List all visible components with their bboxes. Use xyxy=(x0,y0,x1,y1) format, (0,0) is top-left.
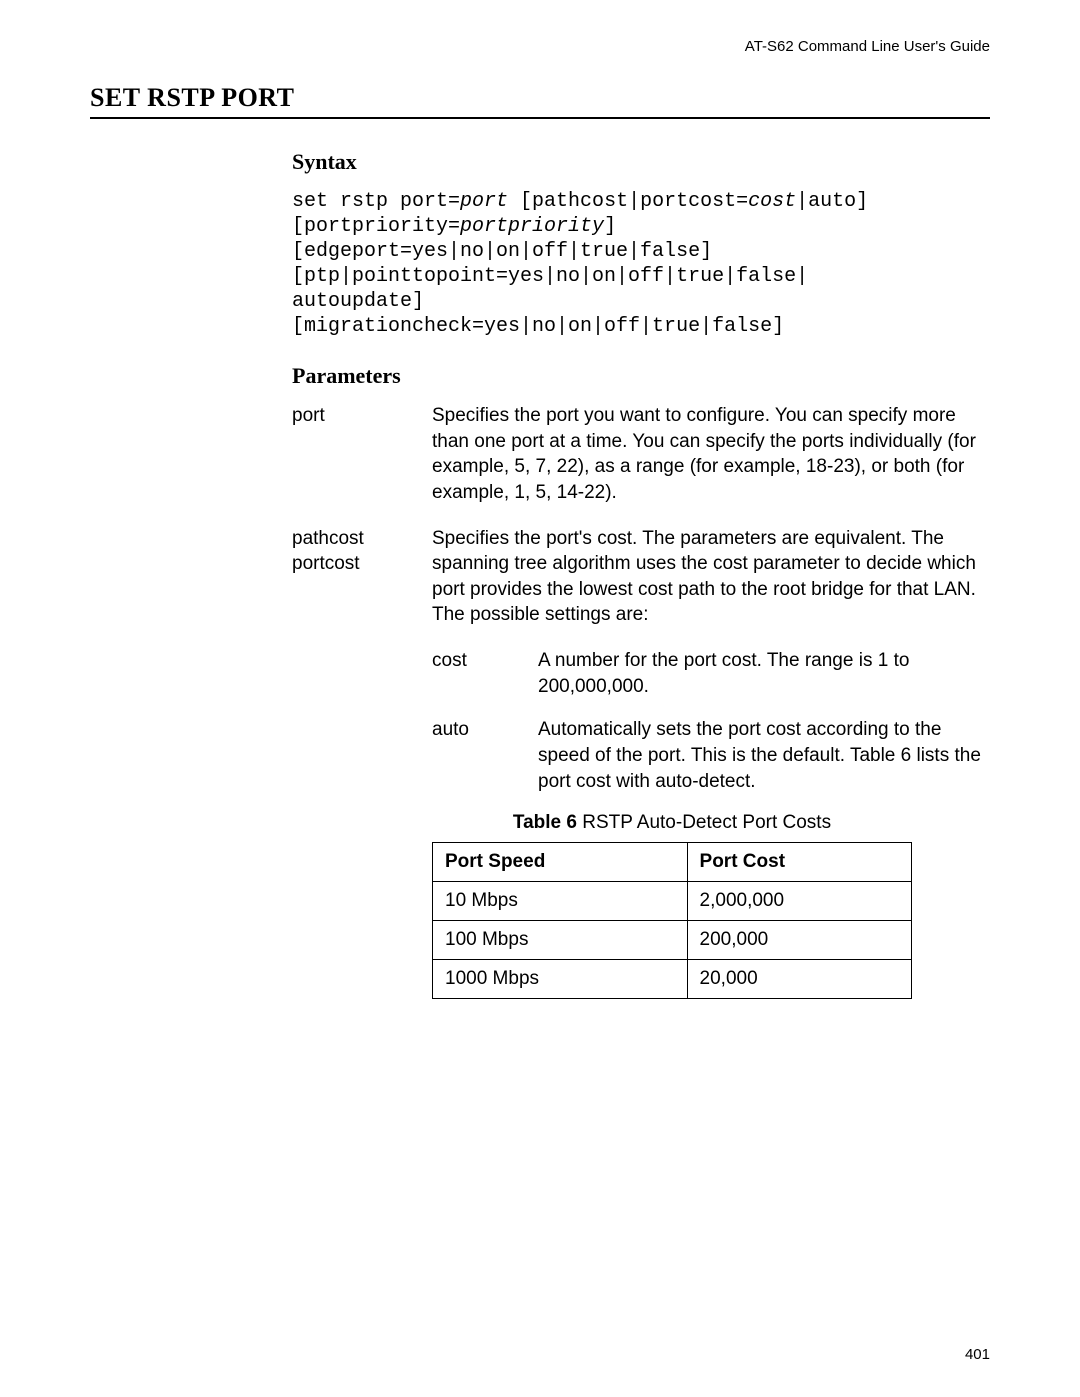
section-title: SET RSTP PORT xyxy=(90,83,990,119)
syntax-token: |auto] xyxy=(796,190,868,213)
syntax-token: port xyxy=(460,190,508,213)
cell-speed: 100 Mbps xyxy=(433,921,688,960)
syntax-token: ] xyxy=(604,215,616,238)
param-term-pathcost: pathcostportcost xyxy=(292,526,432,629)
syntax-token: set rstp port= xyxy=(292,190,460,213)
content-column: Syntax set rstp port=port [pathcost|port… xyxy=(292,149,990,999)
table-row: 100 Mbps 200,000 xyxy=(433,921,912,960)
sub-term-cost: cost xyxy=(432,648,538,699)
table-row: 10 Mbps 2,000,000 xyxy=(433,882,912,921)
table-caption: Table 6 RSTP Auto-Detect Port Costs xyxy=(432,812,912,834)
syntax-token: [ptp|pointtopoint=yes|no|on|off|true|fal… xyxy=(292,265,808,288)
syntax-heading: Syntax xyxy=(292,149,990,175)
sub-param-row: auto Automatically sets the port cost ac… xyxy=(432,717,990,794)
col-port-speed: Port Speed xyxy=(433,843,688,882)
param-desc-pathcost: Specifies the port's cost. The parameter… xyxy=(432,526,990,629)
table-row: 1000 Mbps 20,000 xyxy=(433,960,912,999)
param-term-port: port xyxy=(292,403,432,506)
param-desc-port: Specifies the port you want to configure… xyxy=(432,403,990,506)
sub-param-row: cost A number for the port cost. The ran… xyxy=(432,648,990,699)
syntax-token: [edgeport=yes|no|on|off|true|false] xyxy=(292,240,712,263)
sub-param-block: cost A number for the port cost. The ran… xyxy=(432,648,990,794)
parameters-heading: Parameters xyxy=(292,363,990,389)
syntax-token: [pathcost|portcost= xyxy=(508,190,748,213)
syntax-token: cost xyxy=(748,190,796,213)
cost-table: Port Speed Port Cost 10 Mbps 2,000,000 1… xyxy=(432,842,912,999)
table-caption-bold: Table 6 xyxy=(513,812,577,833)
sub-desc-cost: A number for the port cost. The range is… xyxy=(538,648,990,699)
table-header-row: Port Speed Port Cost xyxy=(433,843,912,882)
syntax-token: portpriority xyxy=(460,215,604,238)
syntax-code-block: set rstp port=port [pathcost|portcost=co… xyxy=(292,189,990,339)
page: AT-S62 Command Line User's Guide SET RST… xyxy=(0,0,1080,1397)
param-row: port Specifies the port you want to conf… xyxy=(292,403,990,506)
cell-cost: 200,000 xyxy=(687,921,911,960)
table-caption-rest: RSTP Auto-Detect Port Costs xyxy=(577,812,831,833)
param-term-line: pathcost xyxy=(292,526,432,552)
page-number: 401 xyxy=(965,1346,990,1363)
running-header: AT-S62 Command Line User's Guide xyxy=(90,38,990,55)
sub-desc-auto: Automatically sets the port cost accordi… xyxy=(538,717,990,794)
param-term-line: portcost xyxy=(292,551,432,577)
col-port-cost: Port Cost xyxy=(687,843,911,882)
sub-term-auto: auto xyxy=(432,717,538,794)
cell-speed: 1000 Mbps xyxy=(433,960,688,999)
param-row: pathcostportcost Specifies the port's co… xyxy=(292,526,990,629)
syntax-token: [portpriority= xyxy=(292,215,460,238)
cell-cost: 2,000,000 xyxy=(687,882,911,921)
syntax-token: [migrationcheck=yes|no|on|off|true|false… xyxy=(292,315,784,338)
syntax-token: autoupdate] xyxy=(292,290,424,313)
cell-cost: 20,000 xyxy=(687,960,911,999)
cell-speed: 10 Mbps xyxy=(433,882,688,921)
